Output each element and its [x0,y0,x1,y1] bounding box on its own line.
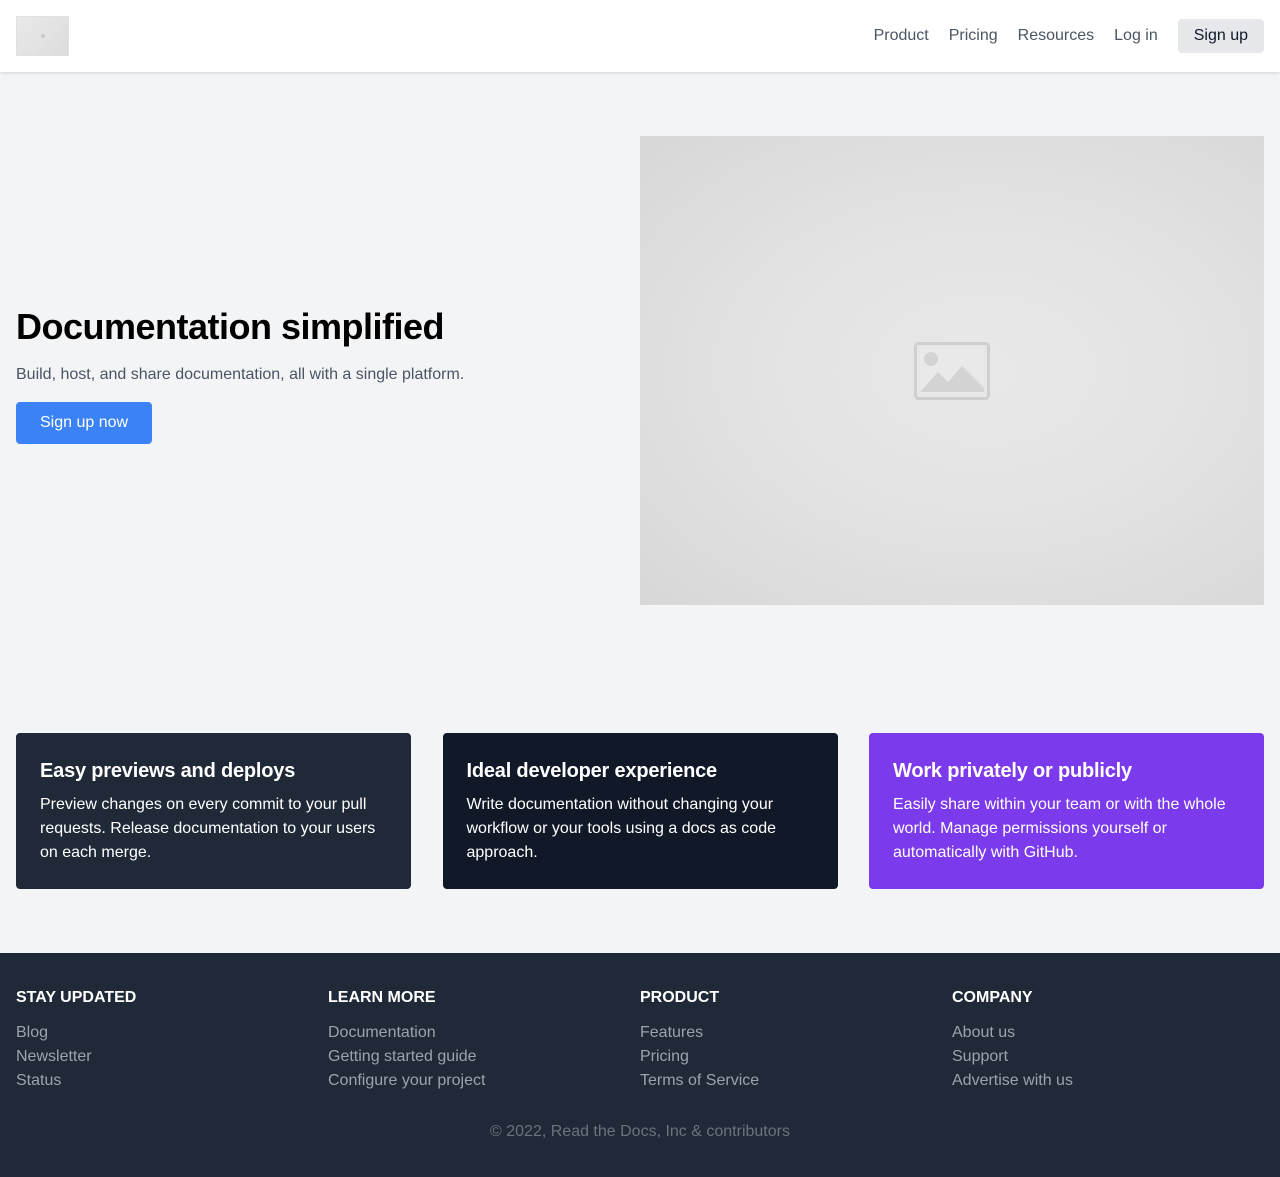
footer-heading: LEARN MORE [328,989,436,1006]
footer-link-configure[interactable]: Configure your project [328,1069,640,1093]
footer-link-list: About us Support Advertise with us [952,1021,1264,1093]
feature-text: Preview changes on every commit to your … [40,796,376,861]
feature-text: Write documentation without changing you… [466,796,776,861]
feature-title: Easy previews and deploys [40,760,296,782]
footer-link-list: Blog Newsletter Status [16,1021,328,1093]
footer-column-stay-updated: STAY UPDATED Blog Newsletter Status [16,989,328,1093]
feature-card-privacy: Work privately or publicly Easily share … [869,733,1264,889]
footer-heading: STAY UPDATED [16,989,137,1006]
footer-column-company: COMPANY About us Support Advertise with … [952,989,1264,1093]
hero-title: Documentation simplified [16,306,445,347]
nav-link-resources[interactable]: Resources [1018,27,1094,45]
image-placeholder-icon [914,341,990,400]
feature-card-developer: Ideal developer experience Write documen… [442,733,838,889]
footer-link-support[interactable]: Support [952,1045,1264,1069]
hero-subtitle: Build, host, and share documentation, al… [16,366,465,383]
image-placeholder-icon [40,34,45,38]
footer-heading: PRODUCT [640,989,720,1006]
footer-link-list: Documentation Getting started guide Conf… [328,1021,640,1093]
signup-now-button[interactable]: Sign up now [16,402,153,444]
footer-link-terms[interactable]: Terms of Service [640,1069,952,1093]
signup-button[interactable]: Sign up [1177,19,1264,53]
feature-card-previews: Easy previews and deploys Preview change… [16,733,411,889]
nav-link-login[interactable]: Log in [1114,27,1158,45]
features-section: Easy previews and deploys Preview change… [16,733,1264,889]
feature-title: Ideal developer experience [466,760,718,782]
footer-link-status[interactable]: Status [16,1069,328,1093]
site-header: Product Pricing Resources Log in Sign up [0,0,1280,72]
footer-link-features[interactable]: Features [640,1021,952,1045]
site-footer: STAY UPDATED Blog Newsletter Status LEAR… [0,953,1280,1177]
feature-title: Work privately or publicly [893,760,1132,782]
footer-link-documentation[interactable]: Documentation [328,1021,640,1045]
logo-image[interactable] [16,16,69,56]
footer-link-getting-started[interactable]: Getting started guide [328,1045,640,1069]
footer-link-advertise[interactable]: Advertise with us [952,1069,1264,1093]
nav-link-pricing[interactable]: Pricing [949,27,998,45]
copyright-text: © 2022, Read the Docs, Inc & contributor… [490,1123,790,1140]
hero-image [640,136,1264,605]
footer-columns: STAY UPDATED Blog Newsletter Status LEAR… [16,989,1264,1093]
footer-link-list: Features Pricing Terms of Service [640,1021,952,1093]
footer-heading: COMPANY [952,989,1033,1006]
footer-link-newsletter[interactable]: Newsletter [16,1045,328,1069]
footer-column-product: PRODUCT Features Pricing Terms of Servic… [640,989,952,1093]
footer-link-about[interactable]: About us [952,1021,1264,1045]
footer-column-learn-more: LEARN MORE Documentation Getting started… [328,989,640,1093]
main-nav: Product Pricing Resources Log in Sign up [874,19,1264,53]
nav-link-product[interactable]: Product [874,27,929,45]
hero-section: Documentation simplified Build, host, an… [16,306,596,444]
feature-text: Easily share within your team or with th… [893,796,1226,861]
footer-link-blog[interactable]: Blog [16,1021,328,1045]
footer-link-pricing[interactable]: Pricing [640,1045,952,1069]
